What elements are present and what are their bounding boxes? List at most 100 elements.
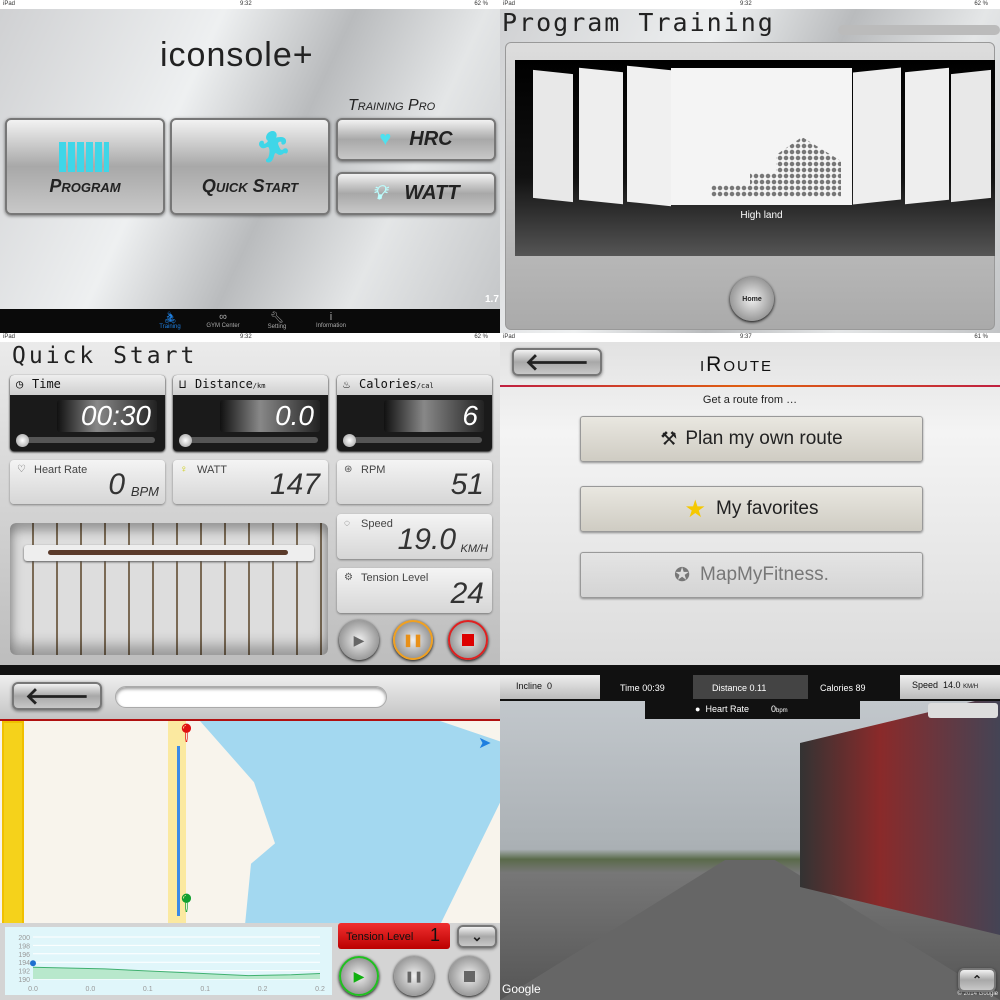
watt-label: WATT [404, 182, 460, 204]
calories-value: 6 [383, 400, 484, 432]
program-card-selected[interactable] [671, 68, 852, 205]
home-button[interactable]: Home [730, 277, 774, 321]
back-button[interactable]: 🡐 [512, 348, 602, 376]
calories-slider-track[interactable] [347, 437, 482, 443]
gym-icon: ∞ [219, 311, 227, 323]
wrench-icon: 🔧︎ [270, 312, 284, 324]
collapse-button[interactable]: ⌄ [457, 925, 497, 948]
back-button[interactable]: 🡐 [12, 682, 102, 710]
version-label: 1.7 [485, 294, 499, 305]
position-marker [30, 960, 36, 967]
distance-icon: ⊔ [179, 377, 187, 391]
program-label: Program [49, 176, 121, 196]
view-mode-buttons[interactable] [928, 703, 998, 718]
lightbulb-icon: ♀ [180, 464, 188, 475]
google-logo: Google [502, 982, 541, 996]
page-title: iRoute [700, 353, 774, 376]
program-card[interactable] [853, 67, 901, 205]
heart-rate-readout: ● Heart Rate 0bpm [695, 704, 788, 714]
calories-display: ♨ Calories/cal 6 [337, 375, 492, 451]
status-bar: iPad 9:32 62 % [0, 0, 500, 9]
mapmyfitness-button[interactable]: ✪ MapMyFitness. [580, 552, 923, 598]
location-arrow-icon[interactable]: ➤ [478, 733, 491, 753]
speed-panel: Speed 14.0 KM/H [900, 675, 1000, 699]
stop-button[interactable] [448, 620, 488, 660]
y-tick-label: 194 [18, 960, 30, 967]
calories-readout: Calories 89 [820, 683, 866, 693]
favorites-button[interactable]: ★ My favorites [580, 486, 923, 532]
tab-training[interactable]: 🚴︎ Training [145, 311, 195, 330]
hrc-button[interactable]: ♥ HRC [336, 118, 496, 161]
y-tick-label: 200 [18, 935, 30, 942]
y-tick-label: 196 [18, 952, 30, 959]
tab-setting[interactable]: 🔧︎ Setting [252, 311, 302, 330]
y-tick-label: 198 [18, 943, 30, 950]
battery-level: 62 % [474, 1, 488, 7]
star-icon: ★ [684, 495, 707, 523]
flame-icon: ♨ [343, 377, 351, 391]
y-tick-label: 190 [18, 977, 30, 984]
incline-panel: Incline 0 [500, 675, 600, 699]
tension-level-bar: Tension Level 1 [338, 923, 450, 949]
heart-icon: ♡ [17, 464, 26, 475]
program-card[interactable] [951, 69, 991, 203]
time-slider-knob[interactable] [16, 434, 29, 447]
distance-readout: Distance 0.11 [712, 683, 767, 693]
program-carousel[interactable]: High land [515, 60, 995, 256]
time-readout: Time 00:39 [620, 683, 665, 693]
expand-up-button[interactable]: ⌃ [958, 968, 996, 992]
heart-icon: ♥ [379, 128, 392, 150]
route-search-input[interactable] [115, 686, 387, 708]
time-value: 00:30 [56, 400, 157, 432]
subtitle: Get a route from … [702, 394, 798, 406]
clock-icon: ◷ [16, 377, 24, 391]
stop-button[interactable] [449, 956, 489, 996]
training-pro-label: Training Pro [348, 97, 436, 114]
tab-information[interactable]: i Information [306, 311, 356, 329]
device-label: iPad [3, 1, 16, 7]
program-card[interactable] [627, 65, 671, 207]
pause-button[interactable]: ❚❚ [394, 956, 434, 996]
watt-button[interactable]: 💡︎ WATT [336, 172, 496, 215]
y-tick-label: 192 [18, 969, 30, 976]
bar-chart-icon [59, 142, 109, 172]
back-arrow-icon: 🡐 [524, 349, 590, 376]
resistance-roller[interactable] [10, 523, 328, 655]
time-slider-track[interactable] [20, 437, 155, 443]
quick-start-label: Quick Start [201, 176, 299, 196]
x-tick-label: 0.0 [28, 986, 38, 993]
pause-icon: ❚❚ [404, 970, 424, 983]
distance-slider-knob[interactable] [179, 434, 192, 447]
program-card[interactable] [579, 67, 623, 205]
quick-start-button[interactable]: 🏃︎ Quick Start [170, 118, 330, 215]
roller-bar [48, 550, 288, 555]
program-card[interactable] [905, 67, 949, 205]
stop-icon [462, 634, 474, 646]
program-training-screen: iPad 9:32 62 % Program Training High land … [500, 0, 1000, 333]
tab-gym-center[interactable]: ∞ GYM Center [198, 311, 248, 329]
distance-display: ⊔ Distance/km 0.0 [173, 375, 328, 451]
pause-icon: ❚❚ [402, 633, 424, 647]
chevron-down-icon: ⌄ [471, 928, 483, 944]
speed-card: ◌ Speed 19.0 KM/H [337, 514, 492, 559]
quick-start-screen: iPad 9:32 62 % Quick Start ◷ Time 00:30 ⊔ Dis… [0, 333, 500, 665]
info-icon: i [329, 311, 333, 323]
play-button[interactable]: ▶ [339, 956, 379, 996]
program-card[interactable] [533, 69, 573, 203]
hrc-label: HRC [409, 128, 453, 150]
elevation-profile-graphic [711, 137, 841, 197]
distance-slider-track[interactable] [183, 437, 318, 443]
calories-slider-knob[interactable] [343, 434, 356, 447]
chevron-up-icon: ⌃ [971, 973, 983, 987]
watt-card: ♀ WATT 147 [173, 460, 328, 504]
tension-card: ⚙ Tension Level 24 [337, 568, 492, 613]
training-icon: 🚴︎ [163, 312, 177, 324]
program-button[interactable]: Program [5, 118, 165, 215]
play-button[interactable]: ▶ [339, 620, 379, 660]
map[interactable]: 📍︎ 📍︎ ➤ [0, 721, 500, 925]
logo: iconsole+ [160, 36, 314, 74]
program-name: High land [740, 210, 783, 221]
pause-button[interactable]: ❚❚ [393, 620, 433, 660]
plan-route-button[interactable]: ⚒ Plan my own route [580, 416, 923, 462]
hammer-icon: ⚒ [660, 428, 678, 450]
